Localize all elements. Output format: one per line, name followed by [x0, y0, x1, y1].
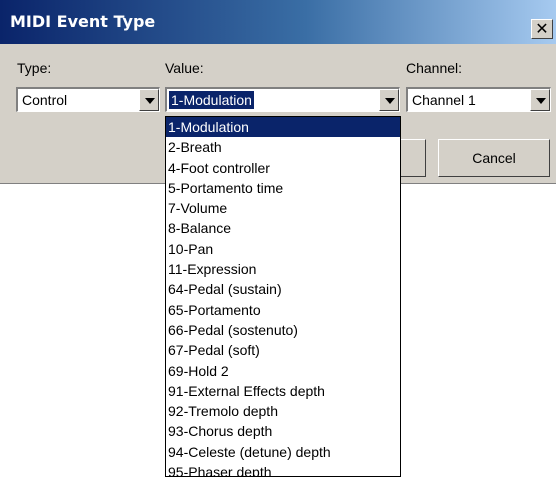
dropdown-option[interactable]: 93-Chorus depth [166, 421, 400, 441]
dropdown-option[interactable]: 5-Portamento time [166, 178, 400, 198]
dropdown-option[interactable]: 95-Phaser depth [166, 462, 400, 476]
value-select-value: 1-Modulation [169, 91, 254, 109]
type-select[interactable]: Control [16, 87, 160, 112]
close-icon: ✕ [535, 19, 549, 38]
value-label: Value: [165, 60, 204, 76]
type-dropdown-button[interactable] [139, 89, 159, 111]
value-dropdown-list[interactable]: 1-Modulation 2-Breath 4-Foot controller 5-P… [165, 116, 401, 477]
dropdown-option[interactable]: 92-Tremolo depth [166, 401, 400, 421]
dropdown-option[interactable]: 69-Hold 2 [166, 361, 400, 381]
dropdown-option[interactable]: 66-Pedal (sostenuto) [166, 320, 400, 340]
dropdown-option[interactable]: 1-Modulation [166, 117, 400, 138]
dropdown-option[interactable]: 64-Pedal (sustain) [166, 279, 400, 299]
dropdown-option[interactable]: 91-External Effects depth [166, 381, 400, 401]
channel-select[interactable]: Channel 1 [406, 87, 551, 112]
title-bar[interactable]: MIDI Event Type ✕ [0, 0, 556, 44]
type-label: Type: [17, 60, 52, 76]
close-button[interactable]: ✕ [531, 19, 553, 39]
dropdown-option[interactable]: 7-Volume [166, 198, 400, 218]
dropdown-option[interactable]: 65-Portamento [166, 300, 400, 320]
value-select[interactable]: 1-Modulation [165, 87, 400, 112]
cancel-button[interactable]: Cancel [438, 139, 550, 177]
dropdown-option[interactable]: 10-Pan [166, 239, 400, 259]
channel-select-value: Channel 1 [412, 92, 476, 108]
dropdown-option[interactable]: 67-Pedal (soft) [166, 340, 400, 360]
window-title: MIDI Event Type [10, 12, 156, 31]
channel-dropdown-button[interactable] [530, 89, 550, 111]
dropdown-option[interactable]: 4-Foot controller [166, 158, 400, 178]
dropdown-option[interactable]: 2-Breath [166, 137, 400, 157]
dropdown-option[interactable]: 8-Balance [166, 218, 400, 238]
chevron-down-icon [385, 98, 395, 104]
chevron-down-icon [145, 98, 155, 104]
type-select-value: Control [22, 92, 68, 108]
channel-label: Channel: [406, 60, 463, 76]
dropdown-option[interactable]: 94-Celeste (detune) depth [166, 442, 400, 462]
dropdown-option[interactable]: 11-Expression [166, 259, 400, 279]
chevron-down-icon [536, 98, 546, 104]
value-dropdown-button[interactable] [379, 89, 399, 111]
